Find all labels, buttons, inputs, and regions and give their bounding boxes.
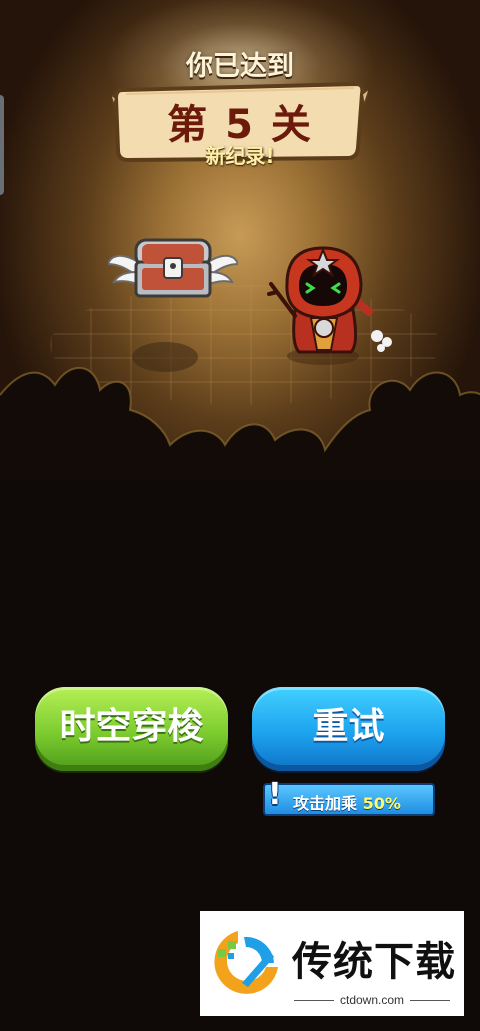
red-hooded-mage-character (267, 246, 392, 365)
time-travel-button[interactable]: 时空穿梭 (35, 687, 228, 771)
attack-bonus-value: 50% (362, 794, 401, 813)
game-over-screen: 你已达到 第 5 关 新纪录! 时空穿梭 重试 ! 攻击加乘 50% 传统下载 … (0, 0, 480, 1031)
winged-treasure-chest-icon (108, 238, 238, 298)
retry-button[interactable]: 重试 (252, 687, 445, 771)
attack-bonus-badge: ! 攻击加乘 50% (263, 777, 435, 816)
watermark-title: 传统下载 (292, 939, 456, 985)
watermark-banner: 传统下载 ctdown.com (200, 911, 464, 1016)
exclamation-icon: ! (268, 777, 282, 812)
attack-bonus-text: 攻击加乘 (293, 794, 358, 813)
ctdown-logo-icon (214, 931, 278, 994)
new-record-label: 新纪录! (205, 144, 275, 168)
attack-bonus-label: 攻击加乘 50% (293, 790, 401, 814)
url-divider-right (410, 1000, 450, 1001)
